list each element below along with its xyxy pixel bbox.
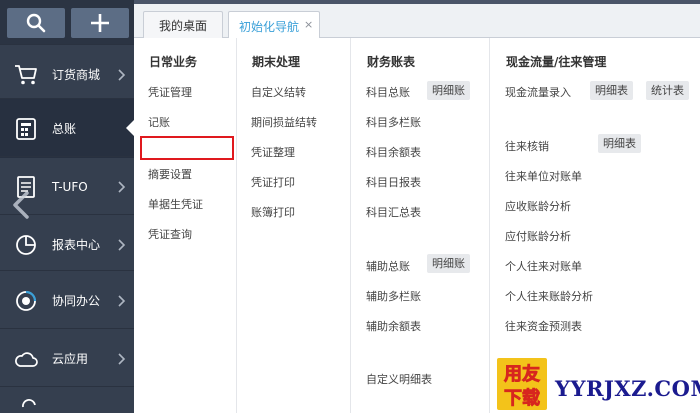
- sidebar-item-order-mall[interactable]: 订货商城: [0, 44, 134, 104]
- sidebar-item-label: 总账: [52, 122, 77, 136]
- menu-item-account-multicolumn[interactable]: 科目多栏账: [366, 114, 421, 130]
- cashflow-detail-button[interactable]: 明细表: [590, 81, 633, 100]
- sidebar-item-label: T-UFO: [52, 179, 88, 194]
- sidebar: 订货商城 总账 T-UFO 报表中心 协同办公 云应用: [0, 0, 134, 413]
- sidebar-item-cloud-apps[interactable]: 云应用: [0, 328, 134, 388]
- column-title: 日常业务: [149, 55, 198, 69]
- menu-item-ledger-print[interactable]: 账簿打印: [251, 204, 295, 220]
- sidebar-item-general-ledger[interactable]: 总账: [0, 98, 134, 158]
- menu-item-voucher-print[interactable]: 凭证打印: [251, 174, 295, 190]
- chevron-right-icon: [118, 180, 126, 193]
- chevron-right-icon: [118, 294, 126, 307]
- column-cashflow: 现金流量/往来管理 现金流量录入 明细表 统计表 往来核销 明细表 往来单位对账…: [490, 38, 700, 413]
- menu-item-aux-general-ledger[interactable]: 辅助总账: [366, 258, 410, 274]
- menu-item-personal-statement[interactable]: 个人往来对账单: [505, 258, 582, 274]
- column-title: 现金流量/往来管理: [506, 55, 607, 69]
- menu-item-payable-aging[interactable]: 应付账龄分析: [505, 228, 571, 244]
- collaboration-icon: [14, 289, 38, 313]
- add-button[interactable]: [71, 8, 129, 38]
- column-title: 期末处理: [252, 55, 301, 69]
- tab-my-desktop[interactable]: 我的桌面: [143, 11, 223, 39]
- menu-item-cashflow-entry[interactable]: 现金流量录入: [505, 84, 571, 100]
- menu-item-personal-aging[interactable]: 个人往来账龄分析: [505, 288, 593, 304]
- ledger-icon: [14, 117, 38, 141]
- cart-icon: [14, 63, 38, 87]
- detail-ledger-button[interactable]: 明细账: [427, 81, 470, 100]
- writeoff-detail-button[interactable]: 明细表: [598, 134, 641, 153]
- column-daily-business: 日常业务 凭证管理 记账 摘要设置 单据生凭证 凭证查询: [134, 38, 237, 413]
- menu-item-account-balance[interactable]: 科目余额表: [366, 144, 421, 160]
- menu-item-account-summary[interactable]: 科目汇总表: [366, 204, 421, 220]
- pie-chart-icon: [14, 233, 38, 257]
- refresh-icon: [22, 399, 36, 408]
- highlight-annotation-box: [140, 136, 234, 160]
- plus-icon: [91, 14, 109, 32]
- sidebar-item-label: 协同办公: [52, 294, 101, 308]
- menu-item-writeoff[interactable]: 往来核销: [505, 138, 549, 154]
- watermark-site: YYRJXZ.COM: [555, 376, 700, 401]
- menu-item-aux-multicolumn[interactable]: 辅助多栏账: [366, 288, 421, 304]
- menu-item-account-daily[interactable]: 科目日报表: [366, 174, 421, 190]
- watermark-badge: 用友 下载: [497, 358, 547, 410]
- menu-item-summary-settings[interactable]: 摘要设置: [148, 166, 192, 182]
- menu-item-bookkeeping[interactable]: 记账: [148, 114, 170, 130]
- sidebar-item-label: 订货商城: [52, 68, 101, 82]
- search-button[interactable]: [7, 8, 65, 38]
- close-icon[interactable]: ×: [304, 19, 314, 30]
- collapse-sidebar-icon[interactable]: [8, 190, 34, 220]
- tab-init-navigation[interactable]: 初始化导航 ×: [228, 11, 320, 40]
- chevron-right-icon: [118, 352, 126, 365]
- search-icon: [26, 13, 46, 33]
- sidebar-item-more[interactable]: [0, 386, 134, 413]
- menu-item-custom-carryover[interactable]: 自定义结转: [251, 84, 306, 100]
- aux-detail-ledger-button[interactable]: 明细账: [427, 254, 470, 273]
- watermark-badge-bottom: 下载: [504, 387, 540, 409]
- menu-item-voucher-query[interactable]: 凭证查询: [148, 226, 192, 242]
- column-period-end: 期末处理 自定义结转 期间损益结转 凭证整理 凭证打印 账簿打印: [237, 38, 351, 413]
- tab-label: 我的桌面: [158, 19, 207, 33]
- sidebar-item-report-center[interactable]: 报表中心: [0, 214, 134, 274]
- menu-item-account-general-ledger[interactable]: 科目总账: [366, 84, 410, 100]
- menu-item-custom-detail[interactable]: 自定义明细表: [366, 371, 432, 387]
- menu-item-fund-forecast[interactable]: 往来资金预测表: [505, 318, 582, 334]
- sidebar-top-buttons: [0, 0, 134, 44]
- column-financial-reports: 财务账表 科目总账 明细账 科目多栏账 科目余额表 科目日报表 科目汇总表 辅助…: [351, 38, 490, 413]
- menu-item-voucher-tidy[interactable]: 凭证整理: [251, 144, 295, 160]
- cashflow-stats-button[interactable]: 统计表: [646, 81, 689, 100]
- menu-item-voucher-management[interactable]: 凭证管理: [148, 84, 192, 100]
- tab-label: 初始化导航: [239, 19, 300, 34]
- menu-item-aux-balance[interactable]: 辅助余额表: [366, 318, 421, 334]
- sidebar-item-label: 报表中心: [52, 238, 101, 252]
- watermark-badge-top: 用友: [504, 363, 540, 385]
- sidebar-item-label: 云应用: [52, 352, 89, 366]
- chevron-right-icon: [118, 238, 126, 251]
- sidebar-item-collaboration[interactable]: 协同办公: [0, 270, 134, 330]
- menu-item-document-to-voucher[interactable]: 单据生凭证: [148, 196, 203, 212]
- menu-item-partner-statement[interactable]: 往来单位对账单: [505, 168, 582, 184]
- chevron-right-icon: [118, 68, 126, 81]
- cloud-icon: [14, 347, 38, 371]
- tab-bar-top-strip: [134, 0, 700, 4]
- menu-item-receivable-aging[interactable]: 应收账龄分析: [505, 198, 571, 214]
- menu-item-pl-carryover[interactable]: 期间损益结转: [251, 114, 317, 130]
- column-title: 财务账表: [367, 55, 416, 69]
- menu-panel: 日常业务 凭证管理 记账 摘要设置 单据生凭证 凭证查询 期末处理 自定义结转 …: [134, 38, 700, 413]
